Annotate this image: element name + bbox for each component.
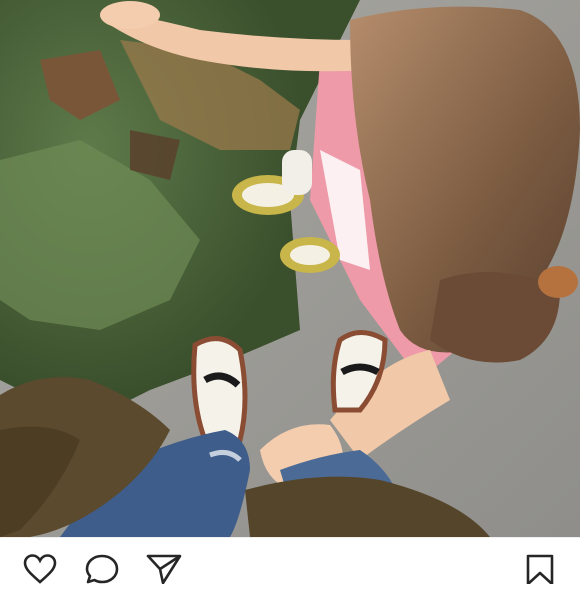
comment-button[interactable] [82, 554, 122, 594]
post-photo[interactable] [0, 0, 580, 537]
post-action-bar [0, 537, 580, 584]
save-button[interactable] [520, 554, 560, 594]
share-button[interactable] [144, 554, 184, 594]
like-button[interactable] [20, 554, 60, 594]
